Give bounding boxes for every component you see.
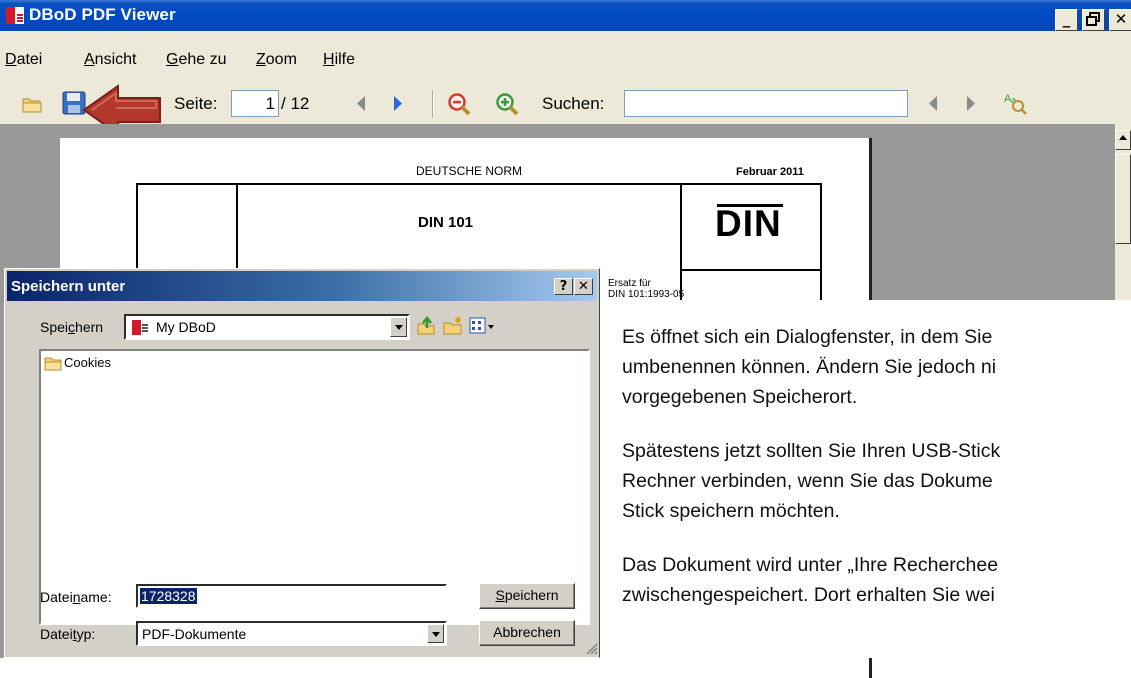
filetype-dropdown-icon[interactable] (427, 624, 444, 643)
filetype-label: Dateityp: (40, 626, 96, 642)
din-logo: DIN (715, 203, 782, 244)
menu-gehe-zu[interactable]: Gehe zu (166, 51, 227, 69)
help-p2-line2: Rechner verbinden, wenn Sie das Dokume (622, 470, 993, 492)
close-button[interactable]: ✕ (1109, 9, 1131, 31)
doc-frame-top (136, 183, 822, 185)
scroll-up-icon (1119, 135, 1127, 140)
save-button[interactable]: Speichern (479, 583, 575, 609)
help-p3-line1: Das Dokument wird unter „Ihre Rechercheе (622, 554, 999, 576)
dbod-location-icon (132, 320, 148, 335)
help-text-panel: Es öffnet sich ein Dialogfenster, in dem… (600, 300, 1131, 658)
page-number-input[interactable]: 1 (231, 90, 279, 117)
title-bar[interactable]: DBoD PDF Viewer _ ✕ (0, 0, 1131, 31)
minimize-button[interactable]: _ (1055, 9, 1078, 31)
search-input[interactable] (624, 90, 908, 117)
help-p1-line2: umbenennen können. Ändern Sie jedoch ni (622, 356, 997, 378)
save-in-combobox[interactable]: My DBoD (124, 314, 410, 340)
scroll-thumb[interactable] (1115, 154, 1131, 244)
filetype-combobox[interactable]: PDF-Dokumente (136, 621, 447, 646)
search-label: Suchen: (542, 94, 605, 113)
doc-frame-mid (680, 269, 822, 271)
resize-grip-icon[interactable] (584, 641, 598, 655)
new-folder-icon[interactable] (443, 316, 463, 336)
help-p2-line1: Spätestens jetzt sollten Sie Ihren USB-S… (622, 440, 1001, 462)
menu-zoom[interactable]: Zoom (256, 51, 297, 69)
cancel-button[interactable]: Abbrechen (479, 620, 575, 646)
match-case-icon[interactable]: A a (1003, 90, 1029, 116)
doc-replaces-label: Ersatz für (608, 278, 651, 289)
menu-bar: Datei Ansicht Gehe zu Zoom Hilfe (0, 47, 1131, 77)
page-label: Seite: (174, 94, 218, 113)
previous-page-icon[interactable] (356, 95, 366, 112)
maximize-button[interactable] (1082, 9, 1105, 31)
save-in-value: My DBoD (156, 319, 216, 335)
up-one-level-icon[interactable] (416, 316, 436, 336)
zoom-out-icon[interactable] (447, 92, 471, 116)
page-total: / 12 (281, 94, 310, 113)
save-in-label: Speichern (40, 319, 104, 335)
menu-datei[interactable]: Datei (5, 51, 42, 69)
toolbar: Seite: 1 / 12 Suchen: A a (0, 84, 1131, 136)
next-page-icon[interactable] (393, 95, 403, 112)
help-p1-line1: Es öffnet sich ein Dialogfenster, in dem… (622, 326, 993, 348)
view-menu-icon[interactable] (469, 317, 495, 335)
help-p2-line3: Stick speichern möchten. (622, 500, 840, 522)
filetype-value: PDF-Dokumente (142, 626, 247, 642)
help-p1-line3: vorgegebenen Speicherort. (622, 386, 858, 408)
save-as-dialog: Speichern unter ? ✕ Speichern My DBoD Co… (4, 268, 600, 658)
menu-hilfe[interactable]: Hilfe (323, 51, 355, 69)
save-in-dropdown-icon[interactable] (390, 317, 407, 337)
scroll-up-button[interactable] (1115, 130, 1131, 150)
filename-value: 1728328 (140, 588, 197, 604)
dialog-title: Speichern unter (11, 278, 126, 295)
menu-ansicht[interactable]: Ansicht (84, 51, 136, 69)
dialog-help-button[interactable]: ? (554, 278, 573, 295)
zoom-in-icon[interactable] (495, 92, 519, 116)
open-folder-icon[interactable] (22, 96, 42, 113)
window-title: DBoD PDF Viewer (29, 5, 176, 24)
doc-replaces-value: DIN 101:1993-05 (608, 289, 685, 300)
filename-label: Dateiname: (40, 589, 112, 605)
folder-icon (44, 357, 62, 371)
dialog-title-bar[interactable]: Speichern unter ? ✕ (7, 271, 597, 301)
search-next-icon[interactable] (966, 95, 976, 112)
toolbar-separator (432, 90, 434, 118)
doc-header-date: Februar 2011 (736, 166, 804, 178)
file-name: Cookies (64, 355, 111, 370)
restore-icon (1086, 12, 1100, 26)
app-logo-icon (6, 7, 24, 24)
filename-input[interactable]: 1728328 (136, 584, 447, 608)
help-p3-line2: zwischengespeichert. Dort erhalten Sie w… (622, 584, 995, 606)
doc-norm-number: DIN 101 (418, 214, 474, 231)
doc-header-left: DEUTSCHE NORM (416, 164, 523, 178)
dialog-close-button[interactable]: ✕ (574, 278, 593, 295)
search-previous-icon[interactable] (928, 95, 938, 112)
